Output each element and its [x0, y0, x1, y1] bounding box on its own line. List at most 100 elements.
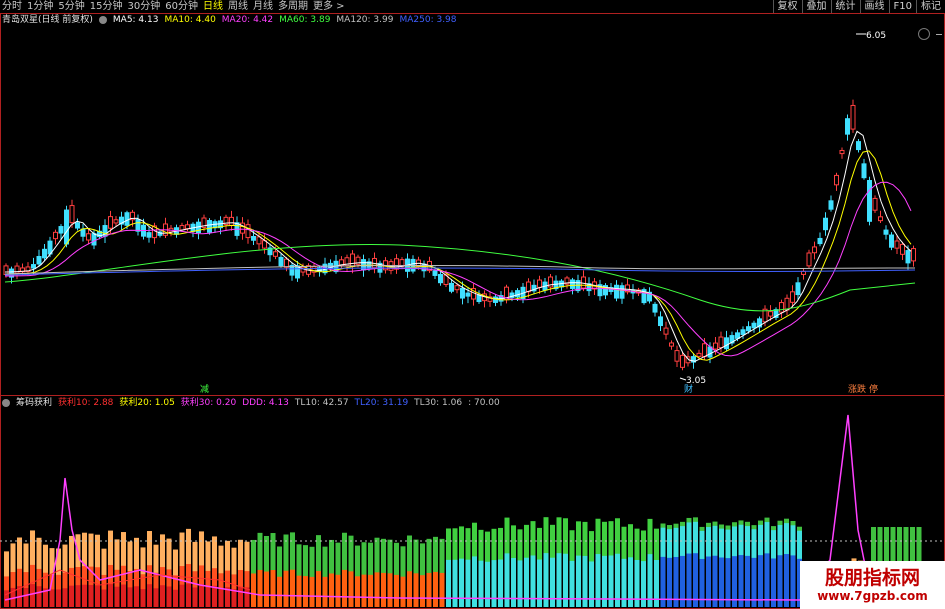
candle-body	[515, 290, 520, 298]
profit-bar-2	[283, 570, 289, 607]
candle-body	[135, 218, 141, 232]
profit-bar-2	[309, 576, 315, 607]
profit-bar-4	[140, 589, 146, 607]
candle-body	[465, 292, 471, 297]
candle-body	[537, 279, 542, 288]
profit-bar-2	[491, 560, 497, 607]
profit-bar-2	[400, 576, 406, 607]
candle-body	[438, 273, 443, 284]
candle-body	[58, 226, 64, 234]
profit-bar-4	[153, 588, 159, 607]
candle-body	[229, 216, 234, 226]
profit-bar-2	[485, 561, 490, 607]
candle-body	[702, 343, 707, 358]
candle-body	[53, 231, 58, 240]
profit-bar-2	[517, 560, 523, 607]
profit-bar-2	[634, 559, 640, 607]
profit-bar-4	[101, 589, 107, 607]
profit-bar-4	[218, 588, 224, 607]
profit-bar-2	[439, 572, 445, 607]
profit-bar-2	[348, 571, 354, 607]
profit-bar-2	[303, 576, 308, 607]
profit-bar-4	[88, 584, 94, 607]
profit-bar-4	[166, 586, 172, 607]
candle-body	[619, 285, 625, 299]
profit-bar-4	[173, 589, 178, 607]
candle-body	[652, 303, 658, 313]
candle-body	[856, 141, 861, 151]
profit-bar-4	[134, 586, 139, 607]
candle-body	[91, 233, 97, 246]
profit-bar-2	[511, 558, 516, 607]
profit-bar-2	[420, 575, 425, 607]
profit-bar-2	[355, 576, 360, 607]
profit-bar-4	[62, 588, 68, 607]
profit-bar-4	[23, 587, 29, 607]
candle-body	[817, 237, 823, 245]
profit-bar-4	[205, 587, 211, 607]
candle-body	[80, 228, 86, 237]
candle-body	[284, 258, 289, 268]
candle-body	[614, 284, 619, 299]
candle-body	[245, 224, 251, 239]
profit-bar-2	[277, 576, 282, 607]
candle-body	[432, 270, 438, 276]
candle-body	[658, 316, 663, 327]
profit-bar-3	[784, 554, 789, 607]
profit-bar-4	[69, 585, 74, 607]
event-marker: 减	[200, 383, 209, 395]
profit-bar-4	[36, 586, 42, 607]
candle-body	[740, 329, 746, 335]
candle-body	[724, 337, 729, 350]
candle-body	[146, 232, 152, 238]
candle-body	[828, 200, 834, 210]
candle-body	[861, 163, 867, 179]
candle-body	[42, 248, 47, 259]
profit-bar-4	[231, 589, 237, 607]
ma120-line	[4, 265, 916, 275]
profit-bar-4	[192, 587, 198, 607]
profit-bar-2	[342, 569, 347, 607]
ma60-line	[4, 244, 916, 312]
candle-body	[476, 294, 482, 303]
candle-body	[845, 118, 850, 135]
profit-bar-3	[764, 553, 770, 607]
profit-bar-4	[49, 589, 55, 607]
profit-bar-2	[374, 572, 380, 607]
candle-body	[795, 282, 801, 296]
event-marker: 财	[684, 383, 693, 395]
profit-bar-2	[387, 573, 393, 607]
candle-body	[179, 225, 185, 231]
candle-body	[768, 311, 773, 317]
candle-body	[718, 336, 724, 349]
profit-bar-4	[82, 584, 87, 607]
profit-bar-2	[465, 559, 471, 607]
candle-body	[581, 276, 586, 289]
candle-body	[680, 354, 685, 368]
ma10-line	[4, 150, 912, 361]
candle-body	[674, 350, 680, 362]
profit-bar-2	[589, 561, 594, 607]
candle-body	[75, 222, 80, 229]
profit-bar-2	[537, 559, 542, 607]
profit-bar-2	[550, 557, 555, 607]
profit-bar-2	[426, 572, 432, 607]
watermark: 股朋指标网 www.7gpzb.com	[800, 561, 945, 609]
kline-chart[interactable]: 6.053.05减财涨跌停	[0, 0, 945, 609]
profit-bar-2	[394, 574, 399, 607]
profit-bar-4	[75, 585, 81, 607]
watermark-title: 股朋指标网	[824, 567, 920, 589]
profit-bar-2	[459, 558, 464, 607]
candle-body	[124, 212, 130, 226]
profit-bar-2	[413, 573, 419, 607]
candle-body	[663, 327, 669, 335]
profit-bar-4	[30, 584, 35, 607]
candle-body	[872, 197, 878, 211]
profit-bar-4	[56, 589, 61, 607]
profit-bar-4	[147, 584, 152, 607]
candle-body	[889, 234, 894, 248]
profit-bar-4	[127, 587, 133, 607]
profit-bar-4	[238, 586, 243, 607]
candle-body	[790, 291, 795, 303]
candle-body	[570, 279, 575, 289]
